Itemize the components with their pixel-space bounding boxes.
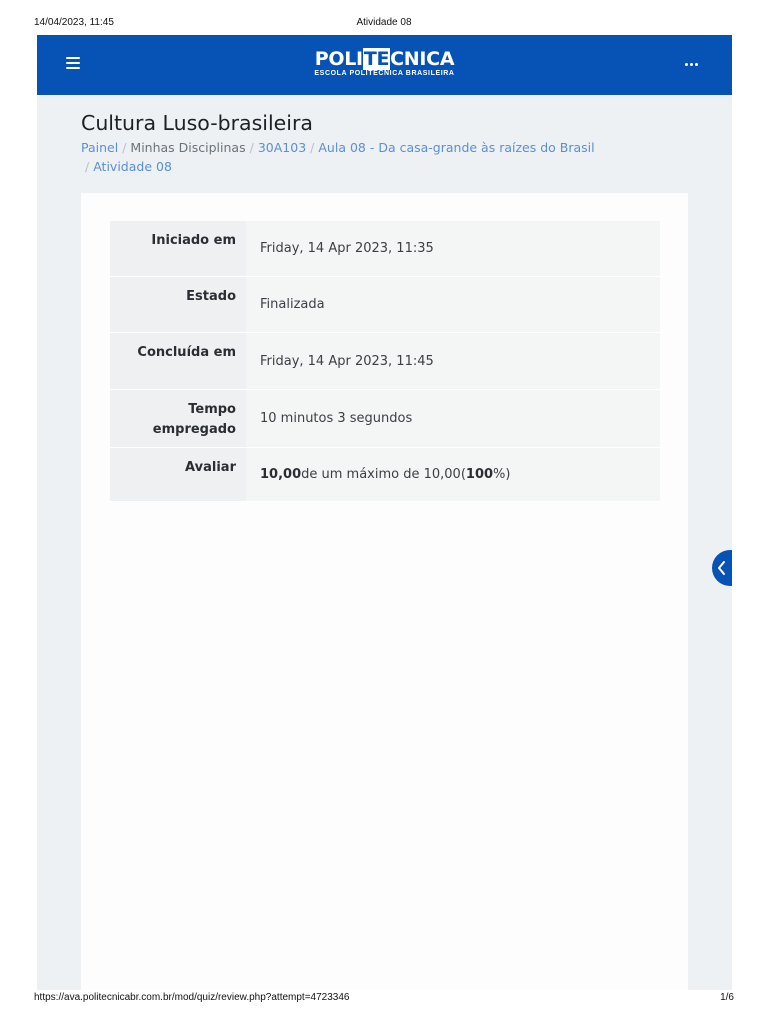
breadcrumb-aula[interactable]: Aula 08 - Da casa-grande às raízes do Br… [318,140,594,155]
summary-row-time: Tempo empregado 10 minutos 3 segundos [110,390,660,448]
breadcrumb-separator: / [249,140,254,155]
summary-row-started: Iniciado em Friday, 14 Apr 2023, 11:35 [110,221,660,277]
started-label: Iniciado em [110,221,246,276]
completed-label: Concluída em [110,333,246,389]
print-header: 14/04/2023, 11:45 Atividade 08 [34,17,734,31]
grade-value: 10,00 de um máximo de 10,00(100%) [246,448,660,501]
print-footer: https://ava.politecnicabr.com.br/mod/qui… [34,992,734,1006]
breadcrumb: Painel / Minhas Disciplinas/30A103/Aula 08… [81,138,641,176]
summary-row-state: Estado Finalizada [110,277,660,333]
logo-wordmark: POLITECNICA [314,48,455,70]
breadcrumb-painel[interactable]: Painel [81,140,118,155]
drawer-toggle-button[interactable] [712,550,732,586]
chevron-left-icon [718,561,725,575]
state-value: Finalizada [246,277,660,332]
breadcrumb-separator: / [310,140,315,155]
time-value: 10 minutos 3 segundos [246,390,660,447]
breadcrumb-separator: / [122,140,127,155]
summary-row-completed: Concluída em Friday, 14 Apr 2023, 11:45 [110,333,660,390]
breadcrumb-atividade[interactable]: Atividade 08 [93,159,172,174]
started-value: Friday, 14 Apr 2023, 11:35 [246,221,660,276]
time-label: Tempo empregado [110,390,246,447]
completed-value: Friday, 14 Apr 2023, 11:45 [246,333,660,389]
site-logo[interactable]: POLITECNICA ESCOLA POLITÉCNICA BRASILEIR… [37,48,732,77]
state-label: Estado [110,277,246,332]
page-title: Cultura Luso-brasileira [81,111,313,135]
page-viewport: POLITECNICA ESCOLA POLITÉCNICA BRASILEIR… [37,35,732,990]
summary-row-grade: Avaliar 10,00 de um máximo de 10,00(100%… [110,448,660,502]
print-title: Atividade 08 [356,17,412,28]
breadcrumb-course[interactable]: 30A103 [258,140,306,155]
logo-subtitle: ESCOLA POLITÉCNICA BRASILEIRA [314,70,455,77]
more-horizontal-icon[interactable] [685,63,698,66]
breadcrumb-separator: / [85,159,90,174]
breadcrumb-minhas-disciplinas[interactable]: Minhas Disciplinas [130,140,245,155]
top-navbar: POLITECNICA ESCOLA POLITÉCNICA BRASILEIR… [37,35,732,95]
grade-label: Avaliar [110,448,246,501]
attempt-summary-table: Iniciado em Friday, 14 Apr 2023, 11:35 E… [110,221,660,502]
quiz-review-card: Iniciado em Friday, 14 Apr 2023, 11:35 E… [81,193,688,990]
print-page-count: 1/6 [720,992,734,1003]
print-url: https://ava.politecnicabr.com.br/mod/qui… [34,992,350,1003]
